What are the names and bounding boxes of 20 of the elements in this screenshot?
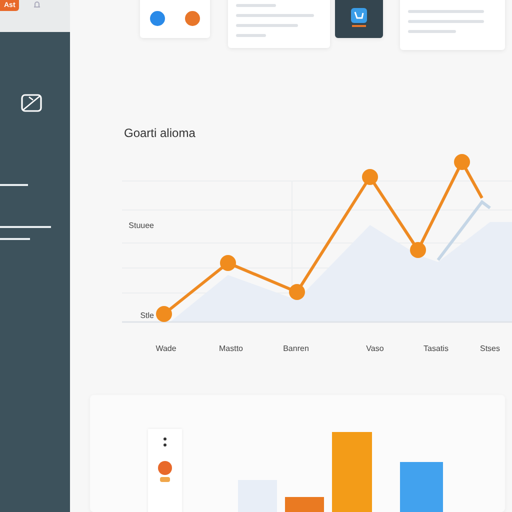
- edit-icon[interactable]: [21, 94, 42, 112]
- more-icon[interactable]: [163, 437, 167, 447]
- axis-label: Stle: [140, 311, 154, 320]
- bar: [400, 462, 443, 512]
- axis-label: Stuuee: [128, 221, 154, 230]
- menu-line: [0, 226, 51, 228]
- menu-line: [0, 184, 28, 186]
- axis-label: Stses: [480, 344, 500, 353]
- app-tile[interactable]: [335, 0, 383, 38]
- menu-line: [0, 238, 30, 240]
- bar: [285, 497, 324, 512]
- axis-label: Banren: [283, 344, 309, 353]
- bell-icon[interactable]: [33, 1, 42, 9]
- chart-title: Goarti alioma: [124, 126, 196, 140]
- axis-label: Mastto: [219, 344, 243, 353]
- cart-icon[interactable]: [351, 8, 367, 28]
- axis-label: Wade: [156, 344, 176, 353]
- shortcut-card[interactable]: [140, 0, 210, 38]
- axis-label: Vaso: [366, 344, 384, 353]
- axis-label: Tasatis: [424, 344, 448, 353]
